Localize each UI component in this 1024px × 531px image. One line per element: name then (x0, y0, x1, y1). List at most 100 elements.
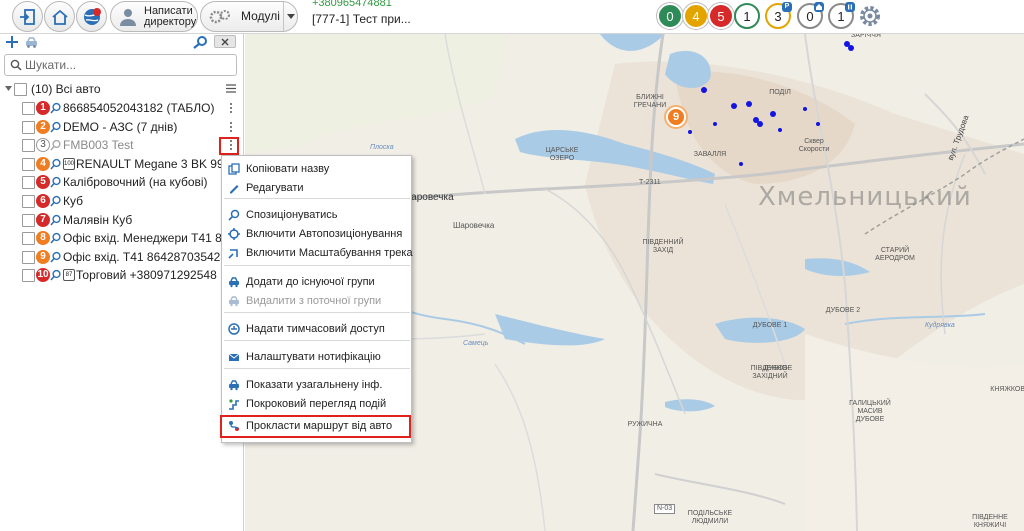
status-counter[interactable]: 1 (828, 2, 855, 29)
vehicle-checkbox[interactable] (22, 102, 35, 115)
vehicle-label: Офіс вхід. Т41 864287035428034 (63, 249, 248, 264)
map-place-label: Сквер Скорости (798, 138, 830, 153)
locate-vehicle-icon[interactable] (50, 269, 62, 281)
map-place-label: ПОДІЛ (769, 89, 791, 96)
vehicle-number-badge: 9 (36, 249, 50, 264)
vehicle-checkbox[interactable] (22, 250, 35, 264)
menu-item[interactable]: Редагувати (222, 179, 411, 198)
map-river-label: Самець (463, 340, 489, 347)
menu-item-label: Налаштувати нотифікацію (246, 351, 381, 363)
highlight-kebab-box (219, 137, 239, 155)
locate-vehicle-icon[interactable] (50, 139, 62, 151)
vehicle-checkbox[interactable] (22, 120, 35, 134)
top-toolbar: Написати директору Модулі +380965474881 … (0, 0, 1024, 34)
locate-vehicle-icon[interactable] (50, 158, 62, 170)
locate-vehicle-icon[interactable] (50, 232, 62, 244)
sensor-gauge-icon: 100 (63, 157, 75, 170)
vehicle-row[interactable]: 8 Офіс вхід. Менеджери Т41 863586... (0, 229, 265, 248)
vehicle-search-input[interactable] (25, 57, 230, 73)
group-menu-icon[interactable] (226, 84, 236, 93)
group-checkbox[interactable] (14, 83, 27, 96)
settings-gear-icon[interactable] (857, 3, 883, 29)
search-toggle-icon[interactable] (191, 35, 209, 49)
menu-item[interactable]: Покроковий перегляд подій (222, 395, 411, 414)
map-place-label: КНЯЖКОВЕ (990, 386, 1024, 393)
menu-separator (224, 198, 410, 199)
vehicle-checkbox[interactable] (22, 269, 35, 283)
vehicle-row[interactable]: 6 Куб (0, 192, 244, 211)
parking-badge-icon: P (782, 2, 792, 12)
menu-separator (224, 265, 410, 266)
vehicle-menu-kebab-icon[interactable] (226, 119, 236, 135)
menu-item-label: Включити Автопозиціонування (246, 228, 403, 240)
mail-icon (228, 353, 240, 361)
vehicle-checkbox[interactable] (22, 139, 35, 153)
menu-item[interactable]: Показати узагальнену інф. (222, 376, 411, 395)
chevron-down-icon[interactable] (287, 14, 295, 20)
menu-item-label: Надати тимчасовий доступ (246, 323, 385, 335)
map-road-code: Т-2311 (639, 179, 661, 186)
menu-item: Видалити з поточної групи (222, 292, 411, 311)
add-icon[interactable] (5, 35, 19, 49)
status-counter[interactable]: 4 (683, 3, 709, 29)
vehicle-menu-kebab-icon[interactable] (226, 100, 236, 116)
menu-item[interactable]: Включити Масштабування трека (222, 244, 413, 263)
home-badge-icon (814, 2, 824, 12)
menu-item[interactable]: Включити Автопозиціонування (222, 225, 411, 244)
locate-vehicle-icon[interactable] (50, 121, 62, 133)
status-counter[interactable]: 0 (797, 2, 824, 29)
status-counter[interactable]: 0 (657, 3, 683, 29)
map-river-label: Кудрявка (925, 322, 955, 329)
highlight-route-item-box (220, 415, 411, 438)
vehicle-row[interactable]: 2 DEMO - АЗС (7 днів) (0, 118, 244, 137)
vehicle-row[interactable]: 9 Офіс вхід. Т41 864287035428034 (0, 248, 248, 267)
menu-item-label: Покроковий перегляд подій (246, 398, 387, 410)
vehicle-checkbox[interactable] (22, 232, 35, 246)
director-icon (120, 8, 136, 26)
vehicle-checkbox[interactable] (22, 176, 35, 190)
vehicle-row[interactable]: 10 87 Торговий +380971292548 (0, 266, 244, 285)
write-director-button[interactable]: Написати директору (110, 1, 198, 32)
locate-icon (228, 209, 240, 221)
locate-vehicle-icon[interactable] (50, 251, 62, 263)
status-counter[interactable]: 1 (734, 3, 760, 29)
menu-item[interactable]: Додати до існуючої групи (222, 273, 411, 292)
expand-caret-icon[interactable] (5, 86, 12, 91)
group-row-all[interactable]: (10) Всі авто (0, 80, 244, 99)
menu-item[interactable]: Надати тимчасовий доступ (222, 320, 411, 339)
locate-vehicle-icon[interactable] (50, 214, 62, 226)
status-counter[interactable]: 5 (708, 3, 734, 29)
map-place-label: РУЖИЧНА (627, 421, 663, 428)
vehicle-row[interactable]: 3 FMB003 Test (0, 136, 244, 155)
vehicle-checkbox[interactable] (22, 157, 35, 171)
menu-item-label: Видалити з поточної групи (246, 295, 382, 307)
menu-item[interactable]: Копіювати назву (222, 160, 411, 179)
vehicle-label: 866854052043182 (ТАБЛО) (63, 101, 215, 115)
status-counter[interactable]: 3P (765, 2, 792, 29)
exit-icon[interactable] (12, 1, 43, 32)
add-car-group-icon[interactable] (24, 35, 40, 49)
search-icon (10, 59, 22, 71)
map-place-label: ЗАРІЧЧЯ (851, 34, 881, 39)
vehicle-row[interactable]: 4 100 RENAULT Megane 3 BK 9951 HC (0, 155, 258, 174)
locate-vehicle-icon[interactable] (50, 102, 62, 114)
collapse-panel-button[interactable] (214, 35, 236, 48)
menu-item[interactable]: Спозиціонуватись (222, 206, 411, 225)
locate-vehicle-icon[interactable] (50, 176, 62, 188)
vehicle-checkbox[interactable] (22, 213, 35, 227)
vehicle-checkbox[interactable] (22, 195, 35, 208)
group-label: (10) Всі авто (31, 82, 101, 96)
vehicle-label: DEMO - АЗС (7 днів) (63, 119, 178, 134)
modules-button[interactable]: Модулі (200, 1, 298, 32)
vehicle-row[interactable]: 5 Калібровочний (на кубові) (0, 173, 244, 192)
locate-vehicle-icon[interactable] (50, 195, 62, 207)
map-place-label: БЛИЖНІ ГРЕЧАНИ (633, 94, 667, 109)
home-icon[interactable] (44, 1, 75, 32)
vehicle-row[interactable]: 1 866854052043182 (ТАБЛО) (0, 99, 244, 118)
menu-item[interactable]: Налаштувати нотифікацію (222, 348, 411, 367)
map-place-label: ПОДІЛЬСЬКЕ ЛЮДМИЛИ (687, 510, 733, 525)
selected-vehicle-label[interactable]: [777-1] Тест при... (312, 12, 411, 26)
vehicle-row[interactable]: 7 Малявін Куб (0, 211, 244, 230)
map-cluster-marker[interactable]: 9 (666, 107, 686, 127)
globe-notifications-icon[interactable] (76, 1, 107, 32)
